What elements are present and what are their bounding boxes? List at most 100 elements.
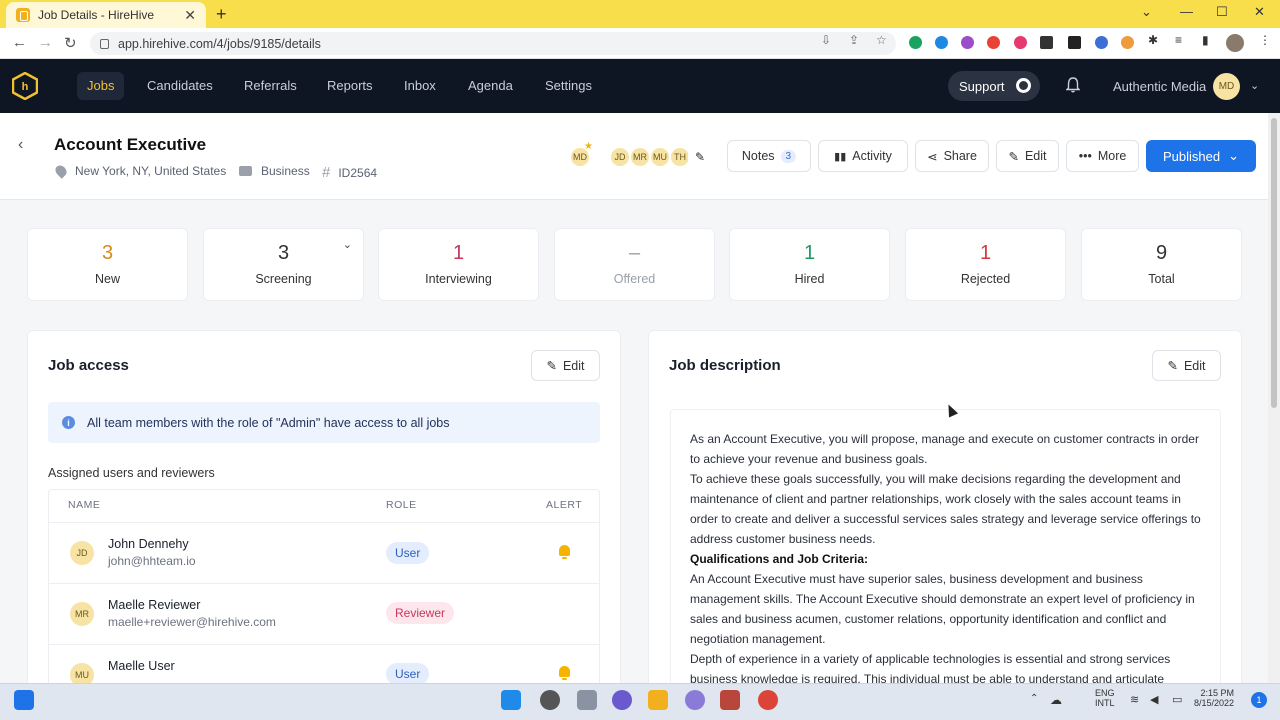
language-text: ENG <box>1095 688 1115 698</box>
tab-search-icon[interactable]: ⌄ <box>1141 4 1152 20</box>
task-view-icon[interactable] <box>577 690 597 710</box>
description-text: As an Account Executive, you will propos… <box>690 429 1205 689</box>
team-member-avatar[interactable]: MU <box>649 146 671 168</box>
edit-team-pencil-icon[interactable]: ✎ <box>688 145 712 169</box>
extension-icon[interactable] <box>1014 36 1027 49</box>
notes-button[interactable]: Notes 3 <box>727 140 811 172</box>
edit-job-button[interactable]: ✎ Edit <box>996 140 1059 172</box>
alert-bell-icon[interactable] <box>559 666 570 680</box>
nav-referrals[interactable]: Referrals <box>234 72 307 100</box>
share-page-icon[interactable]: ⇪ <box>849 33 859 47</box>
table-row[interactable] <box>48 522 600 583</box>
widgets-icon[interactable] <box>14 690 34 710</box>
chevron-down-icon[interactable]: ⌄ <box>343 238 352 251</box>
stage-card-screening[interactable]: ⌄ 3 Screening <box>203 228 364 301</box>
chrome-extension-icon[interactable] <box>987 36 1000 49</box>
back-chevron-icon[interactable]: ‹ <box>18 136 23 154</box>
pencil-icon: ✎ <box>546 359 557 373</box>
scrollbar-thumb[interactable] <box>1271 118 1277 408</box>
nav-agenda[interactable]: Agenda <box>458 72 523 100</box>
keyboard-language[interactable]: ENG INTL <box>1095 688 1115 708</box>
stage-card-total[interactable]: 9 Total <box>1081 228 1242 301</box>
browser-menu-icon[interactable]: ⋮ <box>1259 33 1271 47</box>
role-badge: User <box>386 663 430 685</box>
address-bar[interactable]: app.hirehive.com/4/jobs/9185/details <box>90 32 896 55</box>
app-icon[interactable] <box>720 690 740 710</box>
forward-icon[interactable]: → <box>38 34 53 51</box>
tab-title: Job Details - HireHive <box>38 8 155 22</box>
extension-icon[interactable] <box>961 36 974 49</box>
install-icon[interactable]: ⇩ <box>821 33 831 47</box>
nav-candidates[interactable]: Candidates <box>137 72 223 100</box>
clock[interactable]: 2:15 PM 8/15/2022 <box>1194 688 1234 708</box>
app-icon[interactable] <box>685 690 705 710</box>
reload-icon[interactable]: ↻ <box>64 34 77 52</box>
windows-start-icon[interactable] <box>501 690 521 710</box>
file-explorer-icon[interactable] <box>648 690 668 710</box>
bookmark-star-icon[interactable]: ☆ <box>876 33 887 47</box>
stage-card-interviewing[interactable]: 1 Interviewing <box>378 228 539 301</box>
reading-list-icon[interactable]: ≡ <box>1175 33 1182 47</box>
close-window-icon[interactable]: ✕ <box>1254 4 1265 20</box>
wifi-icon[interactable]: ≋ <box>1130 693 1139 706</box>
alert-bell-icon[interactable] <box>559 545 570 559</box>
stage-card-new[interactable]: 3 New <box>27 228 188 301</box>
user-avatar[interactable]: MD <box>1213 73 1240 100</box>
organization-name[interactable]: Authentic Media <box>1113 79 1206 94</box>
stage-card-offered[interactable]: – Offered <box>554 228 715 301</box>
nav-jobs[interactable]: Jobs <box>77 72 125 100</box>
share-button[interactable]: ⋖ Share <box>915 140 989 172</box>
nav-inbox[interactable]: Inbox <box>394 72 446 100</box>
pencil-icon: ✎ <box>1167 359 1178 373</box>
grammarly-extension-icon[interactable] <box>909 36 922 49</box>
notification-count-badge[interactable]: 1 <box>1251 692 1267 708</box>
new-tab-icon[interactable]: + <box>216 4 227 25</box>
nav-reports[interactable]: Reports <box>317 72 383 100</box>
side-panel-icon[interactable]: ▮ <box>1202 33 1209 47</box>
job-department-text: Business <box>261 164 310 178</box>
maximize-icon[interactable]: ☐ <box>1216 4 1228 20</box>
edit-label: Edit <box>1183 358 1206 373</box>
browser-tab[interactable]: Job Details - HireHive ✕ <box>6 2 206 28</box>
user-name: Maelle User <box>108 659 175 673</box>
wikipedia-extension-icon[interactable] <box>1040 36 1053 49</box>
profile-avatar[interactable] <box>1226 34 1244 52</box>
chrome-icon[interactable] <box>758 690 778 710</box>
publish-status-button[interactable]: Published ⌄ <box>1146 140 1256 172</box>
date-text: 8/15/2022 <box>1194 698 1235 708</box>
hirehive-logo-icon[interactable]: h <box>12 72 38 100</box>
volume-icon[interactable]: ◀ <box>1150 693 1158 706</box>
stage-label: New <box>94 272 120 286</box>
edit-access-button[interactable]: ✎ Edit <box>531 350 600 381</box>
column-header-alert: ALERT <box>546 499 583 511</box>
account-menu-chevron-icon[interactable]: ⌄ <box>1250 79 1259 92</box>
notifications-bell-icon[interactable] <box>1066 77 1080 93</box>
battery-icon[interactable]: ▭ <box>1172 693 1182 706</box>
search-icon[interactable] <box>540 690 560 710</box>
onedrive-cloud-icon[interactable]: ☁ <box>1050 693 1062 707</box>
job-id: # ID2564 <box>322 164 377 181</box>
team-member-avatar[interactable]: MR <box>629 146 651 168</box>
team-member-avatar[interactable]: JD <box>609 146 631 168</box>
extension-icon[interactable] <box>935 36 948 49</box>
nav-settings[interactable]: Settings <box>535 72 602 100</box>
status-label: Published <box>1162 148 1221 164</box>
minimize-icon[interactable]: — <box>1180 4 1193 19</box>
extension-icon[interactable] <box>1121 36 1134 49</box>
table-row[interactable] <box>48 583 600 644</box>
teams-chat-icon[interactable] <box>612 690 632 710</box>
tray-chevron-icon[interactable]: ⌃ <box>1030 693 1038 704</box>
back-icon[interactable]: ← <box>12 34 27 51</box>
notion-extension-icon[interactable] <box>1068 36 1081 49</box>
extension-icon[interactable] <box>1095 36 1108 49</box>
extensions-puzzle-icon[interactable]: ✱ <box>1148 33 1158 47</box>
stage-card-hired[interactable]: 1 Hired <box>729 228 890 301</box>
lifebuoy-icon <box>1016 78 1031 93</box>
page-scrollbar[interactable] <box>1268 113 1280 683</box>
support-button[interactable]: Support <box>948 71 1040 101</box>
more-button[interactable]: ••• More <box>1066 140 1139 172</box>
activity-button[interactable]: ▮▮ Activity <box>818 140 908 172</box>
stage-card-rejected[interactable]: 1 Rejected <box>905 228 1066 301</box>
close-tab-icon[interactable]: ✕ <box>184 7 196 24</box>
edit-description-button[interactable]: ✎ Edit <box>1152 350 1221 381</box>
